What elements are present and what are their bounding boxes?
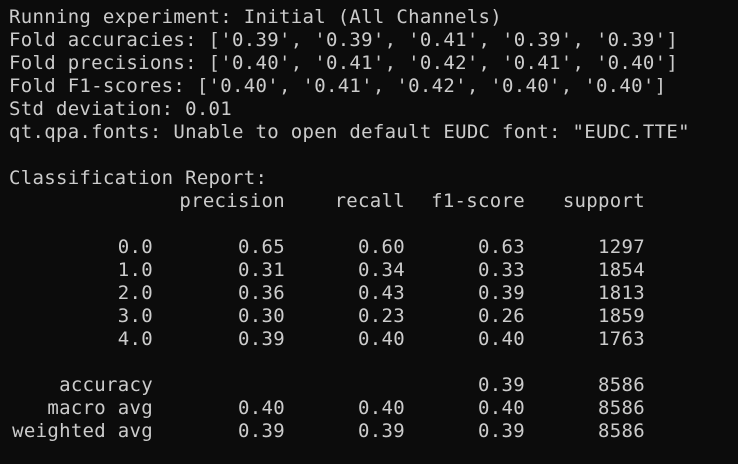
cell-support: 1813	[598, 282, 645, 304]
cell-f1-score: 0.39	[478, 420, 525, 442]
cell-recall: 0.34	[358, 259, 405, 281]
cell-precision: 0.31	[238, 259, 285, 281]
terminal-window[interactable]: Running experiment: Initial (All Channel…	[0, 0, 738, 464]
report-title: Classification Report:	[9, 167, 268, 189]
header-f1-score: f1-score	[431, 190, 525, 212]
log-line-fold-f1-scores: Fold F1-scores: ['0.40', '0.41', '0.42',…	[9, 75, 667, 97]
row-label: 3.0	[117, 305, 153, 327]
row-label: weighted avg	[12, 420, 153, 442]
cell-f1-score: 0.33	[478, 259, 525, 281]
class-rows: 0.0 0.65 0.60 0.63 1297 1.0 0.31 0.34 0.33 1854 2.…	[9, 236, 738, 351]
log-line-fold-precisions: Fold precisions: ['0.40', '0.41', '0.42'…	[9, 52, 679, 74]
header-recall: recall	[334, 190, 405, 212]
cell-recall: 0.40	[358, 397, 405, 419]
row-label: macro avg	[47, 397, 153, 419]
cell-precision: 0.39	[238, 420, 285, 442]
log-line-qt-warning: qt.qpa.fonts: Unable to open default EUD…	[9, 121, 690, 143]
cell-f1-score: 0.40	[478, 397, 525, 419]
cell-recall: 0.60	[358, 236, 405, 258]
cell-precision: 0.30	[238, 305, 285, 327]
header-support: support	[562, 190, 645, 212]
cell-support: 1763	[598, 328, 645, 350]
report-summary-row: macro avg 0.40 0.40 0.40 8586	[9, 397, 738, 420]
cell-support: 1297	[598, 236, 645, 258]
cell-precision: 0.39	[238, 328, 285, 350]
cell-precision: 0.40	[238, 397, 285, 419]
report-header-row: precision recall f1-score support	[9, 190, 738, 213]
summary-rows: accuracy 0.39 8586 macro avg 0.40 0.40 0.40 858…	[9, 374, 738, 443]
cell-f1-score: 0.39	[478, 374, 525, 396]
cell-recall: 0.43	[358, 282, 405, 304]
report-summary-row: accuracy 0.39 8586	[9, 374, 738, 397]
cell-recall: 0.23	[358, 305, 405, 327]
row-label: 4.0	[117, 328, 153, 350]
row-label: accuracy	[59, 374, 153, 396]
log-line-std-deviation: Std deviation: 0.01	[9, 98, 233, 120]
row-label: 1.0	[117, 259, 153, 281]
report-summary-row: weighted avg 0.39 0.39 0.39 8586	[9, 420, 738, 443]
cell-recall: 0.39	[358, 420, 405, 442]
cell-support: 1859	[598, 305, 645, 327]
cell-support: 8586	[598, 420, 645, 442]
report-class-row: 1.0 0.31 0.34 0.33 1854	[9, 259, 738, 282]
cell-precision: 0.65	[238, 236, 285, 258]
cell-f1-score: 0.40	[478, 328, 525, 350]
report-class-row: 4.0 0.39 0.40 0.40 1763	[9, 328, 738, 351]
header-precision: precision	[179, 190, 285, 212]
report-class-row: 0.0 0.65 0.60 0.63 1297	[9, 236, 738, 259]
cell-support: 1854	[598, 259, 645, 281]
log-line-experiment: Running experiment: Initial (All Channel…	[9, 6, 503, 28]
report-class-row: 3.0 0.30 0.23 0.26 1859	[9, 305, 738, 328]
cell-support: 8586	[598, 397, 645, 419]
cell-f1-score: 0.26	[478, 305, 525, 327]
row-label: 2.0	[117, 282, 153, 304]
cell-f1-score: 0.63	[478, 236, 525, 258]
cell-support: 8586	[598, 374, 645, 396]
cell-f1-score: 0.39	[478, 282, 525, 304]
row-label: 0.0	[117, 236, 153, 258]
report-class-row: 2.0 0.36 0.43 0.39 1813	[9, 282, 738, 305]
cell-precision: 0.36	[238, 282, 285, 304]
cell-recall: 0.40	[358, 328, 405, 350]
log-line-fold-accuracies: Fold accuracies: ['0.39', '0.39', '0.41'…	[9, 29, 679, 51]
